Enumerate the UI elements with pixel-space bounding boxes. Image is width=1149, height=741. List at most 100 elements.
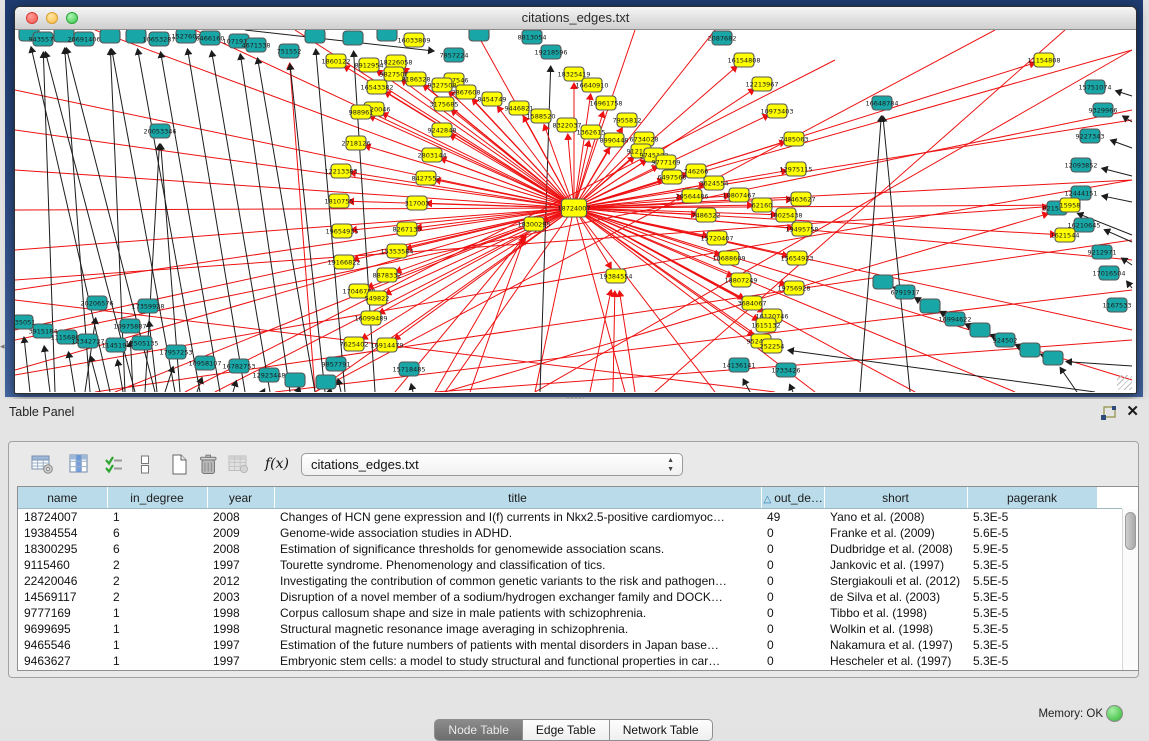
table-cell[interactable]: 5.3E-5 bbox=[967, 605, 1097, 621]
table-cell[interactable]: 2012 bbox=[207, 573, 274, 589]
table-cell[interactable]: 9465546 bbox=[18, 637, 107, 653]
table-cell[interactable]: Embryonic stem cells: a model to study s… bbox=[274, 653, 761, 669]
table-cell[interactable]: 19384554 bbox=[18, 525, 107, 541]
table-cell[interactable]: Hescheler et al. (1997) bbox=[824, 653, 967, 669]
table-cell[interactable]: Wolkin et al. (1998) bbox=[824, 621, 967, 637]
table-row[interactable]: 1938455462009Genome-wide association stu… bbox=[18, 525, 1122, 541]
table-cell[interactable]: 0 bbox=[761, 621, 824, 637]
table-cell[interactable]: 2008 bbox=[207, 541, 274, 557]
table-cell[interactable]: 0 bbox=[761, 605, 824, 621]
table-cell[interactable]: Estimation of significance thresholds fo… bbox=[274, 541, 761, 557]
show-columns-icon[interactable] bbox=[69, 450, 90, 478]
table-cell[interactable]: 5.3E-5 bbox=[967, 509, 1097, 526]
table-cell[interactable]: 0 bbox=[761, 541, 824, 557]
table-cell[interactable]: 1998 bbox=[207, 605, 274, 621]
tab-node-table[interactable]: Node Table bbox=[434, 719, 523, 741]
table-cell[interactable]: 1997 bbox=[207, 653, 274, 669]
table-cell[interactable]: Structural magnetic resonance image aver… bbox=[274, 621, 761, 637]
table-cell[interactable]: Changes of HCN gene expression and I(f) … bbox=[274, 509, 761, 526]
table-cell[interactable]: 22420046 bbox=[18, 573, 107, 589]
table-cell[interactable]: 1998 bbox=[207, 621, 274, 637]
table-cell[interactable]: 2008 bbox=[207, 509, 274, 526]
table-cell[interactable]: 6 bbox=[107, 541, 207, 557]
table-cell[interactable]: Franke et al. (2009) bbox=[824, 525, 967, 541]
table-cell[interactable]: 9777169 bbox=[18, 605, 107, 621]
table-cell[interactable]: 14569117 bbox=[18, 589, 107, 605]
table-vertical-scrollbar[interactable] bbox=[1122, 509, 1138, 670]
scrollbar-thumb[interactable] bbox=[1125, 512, 1136, 550]
float-panel-icon[interactable] bbox=[1100, 406, 1117, 421]
table-cell[interactable]: Genome-wide association studies in ADHD. bbox=[274, 525, 761, 541]
table-row[interactable]: 977716911998Corpus callosum shape and si… bbox=[18, 605, 1122, 621]
network-window-titlebar[interactable]: citations_edges.txt bbox=[15, 7, 1136, 30]
table-cell[interactable]: 1 bbox=[107, 653, 207, 669]
table-cell[interactable]: Nakamura et al. (1997) bbox=[824, 637, 967, 653]
table-cell[interactable]: 5.5E-5 bbox=[967, 573, 1097, 589]
table-cell[interactable]: 1 bbox=[107, 637, 207, 653]
table-cell[interactable]: 1 bbox=[107, 621, 207, 637]
table-cell[interactable]: 2 bbox=[107, 589, 207, 605]
table-cell[interactable]: 1 bbox=[107, 509, 207, 526]
column-header-name[interactable]: name bbox=[18, 487, 107, 509]
table-row[interactable]: 1456911722003Disruption of a novel membe… bbox=[18, 589, 1122, 605]
table-cell[interactable]: 1997 bbox=[207, 637, 274, 653]
unselect-rows-icon[interactable] bbox=[140, 450, 151, 478]
table-cell[interactable]: 9699695 bbox=[18, 621, 107, 637]
table-cell[interactable]: 5.6E-5 bbox=[967, 525, 1097, 541]
table-cell[interactable]: 2003 bbox=[207, 589, 274, 605]
table-cell[interactable]: 0 bbox=[761, 573, 824, 589]
table-cell[interactable]: 2 bbox=[107, 573, 207, 589]
table-cell[interactable]: 5.3E-5 bbox=[967, 621, 1097, 637]
table-cell[interactable]: Tibbo et al. (1998) bbox=[824, 605, 967, 621]
table-row[interactable]: 1872400712008Changes of HCN gene express… bbox=[18, 509, 1122, 526]
table-settings-icon[interactable] bbox=[31, 450, 55, 478]
table-row[interactable]: 911546021997Tourette syndrome. Phenomeno… bbox=[18, 557, 1122, 573]
delete-table-icon[interactable] bbox=[198, 450, 218, 478]
table-cell[interactable]: 6 bbox=[107, 525, 207, 541]
table-cell[interactable]: 0 bbox=[761, 637, 824, 653]
table-cell[interactable]: 5.3E-5 bbox=[967, 557, 1097, 573]
column-header-in_degree[interactable]: in_degree bbox=[107, 487, 207, 509]
select-all-icon[interactable] bbox=[104, 450, 124, 478]
table-row[interactable]: 969969511998Structural magnetic resonanc… bbox=[18, 621, 1122, 637]
table-cell[interactable]: Corpus callosum shape and size in male p… bbox=[274, 605, 761, 621]
table-cell[interactable]: Estimation of the future numbers of pati… bbox=[274, 637, 761, 653]
function-builder-icon[interactable]: f(x) bbox=[265, 450, 289, 478]
close-panel-icon[interactable]: ✕ bbox=[1126, 402, 1139, 420]
tab-edge-table[interactable]: Edge Table bbox=[523, 719, 610, 741]
table-cell[interactable]: 0 bbox=[761, 557, 824, 573]
table-cell[interactable]: Disruption of a novel member of a sodium… bbox=[274, 589, 761, 605]
table-cell[interactable]: 5.9E-5 bbox=[967, 541, 1097, 557]
table-cell[interactable]: 1997 bbox=[207, 557, 274, 573]
table-row[interactable]: 1830029562008Estimation of significance … bbox=[18, 541, 1122, 557]
table-row[interactable]: 2242004622012Investigating the contribut… bbox=[18, 573, 1122, 589]
table-cell[interactable]: Jankovic et al. (1997) bbox=[824, 557, 967, 573]
table-cell[interactable]: 1 bbox=[107, 605, 207, 621]
network-view[interactable]: 9435572206914061065328715276026466160107… bbox=[15, 30, 1134, 392]
table-row[interactable]: 946554611997Estimation of the future num… bbox=[18, 637, 1122, 653]
column-header-pagerank[interactable]: pagerank bbox=[967, 487, 1097, 509]
table-cell[interactable]: 18724007 bbox=[18, 509, 107, 526]
table-cell[interactable]: Dudbridge et al. (2008) bbox=[824, 541, 967, 557]
table-cell[interactable]: 2 bbox=[107, 557, 207, 573]
table-cell[interactable]: de Silva et al. (2003) bbox=[824, 589, 967, 605]
table-row[interactable]: 946362711997Embryonic stem cells: a mode… bbox=[18, 653, 1122, 669]
window-resize-grip[interactable] bbox=[1117, 375, 1132, 390]
collapse-panel-arrow-icon[interactable]: ◂ bbox=[0, 341, 5, 352]
table-cell[interactable]: Investigating the contribution of common… bbox=[274, 573, 761, 589]
table-cell[interactable]: 0 bbox=[761, 589, 824, 605]
column-header-short[interactable]: short bbox=[824, 487, 967, 509]
table-cell[interactable]: Tourette syndrome. Phenomenology and cla… bbox=[274, 557, 761, 573]
import-table-icon[interactable] bbox=[228, 450, 249, 478]
table-cell[interactable]: 18300295 bbox=[18, 541, 107, 557]
table-cell[interactable]: 5.3E-5 bbox=[967, 653, 1097, 669]
table-cell[interactable]: 9463627 bbox=[18, 653, 107, 669]
table-cell[interactable]: Stergiakouli et al. (2012) bbox=[824, 573, 967, 589]
column-header-title[interactable]: title bbox=[274, 487, 761, 509]
table-cell[interactable]: 5.3E-5 bbox=[967, 589, 1097, 605]
network-window[interactable]: citations_edges.txt 94355722069140610653… bbox=[14, 6, 1137, 394]
table-cell[interactable]: 9115460 bbox=[18, 557, 107, 573]
table-cell[interactable]: Yano et al. (2008) bbox=[824, 509, 967, 526]
create-table-icon[interactable] bbox=[171, 450, 188, 478]
table-cell[interactable]: 49 bbox=[761, 509, 824, 526]
